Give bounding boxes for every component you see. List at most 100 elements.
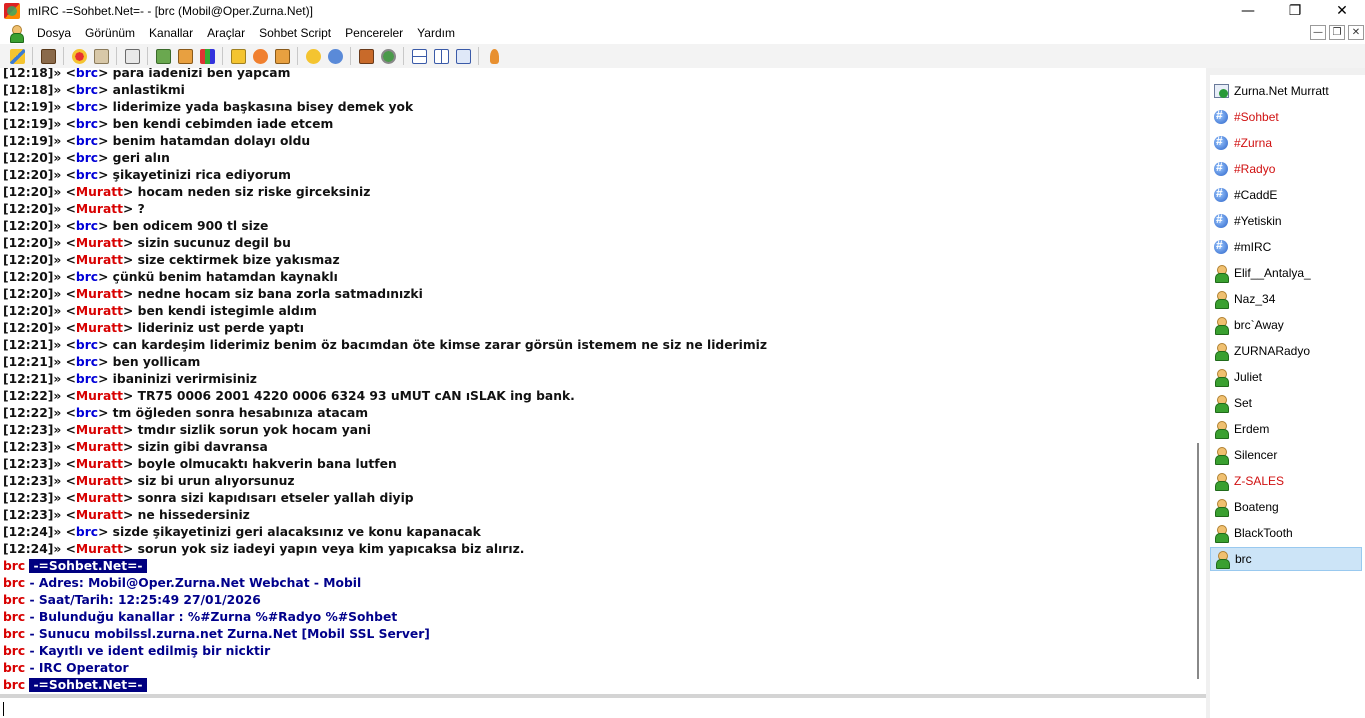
chat-nick[interactable]: Muratt <box>76 287 123 301</box>
menu-sohbet-script[interactable]: Sohbet Script <box>252 26 338 40</box>
chat-nick[interactable]: brc <box>76 100 98 114</box>
channel-icon <box>1213 108 1229 125</box>
cascade-icon[interactable] <box>452 46 474 66</box>
user-icon <box>1213 499 1229 517</box>
chat-nick[interactable]: Muratt <box>76 491 123 505</box>
treebar-item[interactable]: Elif__Antalya_ <box>1210 261 1362 285</box>
mdi-restore-icon[interactable]: ❐ <box>1329 25 1345 40</box>
chat-nick[interactable]: brc <box>76 372 98 386</box>
whois-text: - Kayıtlı ve ident edilmiş bir nicktir <box>29 644 271 658</box>
scripts-editor-icon[interactable] <box>152 46 174 66</box>
send-file-icon[interactable] <box>227 46 249 66</box>
menu-gorunum[interactable]: Görünüm <box>78 26 142 40</box>
chat-nick[interactable]: brc <box>76 270 98 284</box>
menu-araclar[interactable]: Araçlar <box>200 26 252 40</box>
user-icon <box>1213 343 1229 361</box>
chat-nick[interactable]: brc <box>76 525 98 539</box>
chat-nick[interactable]: brc <box>76 338 98 352</box>
chat-nick[interactable]: Muratt <box>76 236 123 250</box>
users-icon[interactable] <box>302 46 324 66</box>
chat-nick[interactable]: Muratt <box>76 304 123 318</box>
chat-nick[interactable]: Muratt <box>76 253 123 267</box>
menu-dosya[interactable]: Dosya <box>30 26 78 40</box>
treebar-item[interactable]: #Zurna <box>1210 131 1362 155</box>
toolbar-separator <box>63 47 64 65</box>
chat-nick[interactable]: brc <box>76 151 98 165</box>
chat-nick[interactable]: Muratt <box>76 457 123 471</box>
chat-nick[interactable]: Muratt <box>76 321 123 335</box>
whois-text: - Bulunduğu kanallar : %#Zurna %#Radyo %… <box>29 610 398 624</box>
minimize-icon[interactable]: — <box>1225 0 1271 22</box>
treebar-item[interactable]: #Sohbet <box>1210 105 1362 129</box>
treebar-item[interactable]: Juliet <box>1210 365 1362 389</box>
maximize-icon[interactable]: ❐ <box>1272 0 1318 22</box>
connect-icon[interactable] <box>6 46 28 66</box>
mdi-close-icon[interactable]: ✕ <box>1348 25 1364 40</box>
upload-icon[interactable] <box>271 46 293 66</box>
chat-nick[interactable]: Muratt <box>76 508 123 522</box>
treebar-item[interactable]: Set <box>1210 391 1362 415</box>
treebar-item[interactable]: BlackTooth <box>1210 521 1362 545</box>
favorites-icon[interactable] <box>68 46 90 66</box>
timestamp: [12:23] <box>3 440 54 454</box>
chat-nick[interactable]: Muratt <box>76 542 123 556</box>
whois-banner: -=Sohbet.Net=- <box>29 559 147 573</box>
treebar-item[interactable]: brc <box>1210 547 1362 571</box>
chat-nick[interactable]: brc <box>76 406 98 420</box>
chat-scrollbar-thumb[interactable] <box>1197 443 1199 679</box>
address-book-icon[interactable] <box>90 46 112 66</box>
options-icon[interactable] <box>37 46 59 66</box>
books-icon[interactable] <box>196 46 218 66</box>
toolbar-separator <box>403 47 404 65</box>
treebar-item[interactable]: brc`Away <box>1210 313 1362 337</box>
menu-yardim[interactable]: Yardım <box>410 26 462 40</box>
channels-list-icon[interactable] <box>121 46 143 66</box>
user-icon[interactable] <box>8 25 24 43</box>
chat-nick[interactable]: Muratt <box>76 440 123 454</box>
chat-nick[interactable]: Muratt <box>76 389 123 403</box>
dcc-icon[interactable] <box>174 46 196 66</box>
menu-pencereler[interactable]: Pencereler <box>338 26 410 40</box>
chat-line: [12:21]» <brc> ibaninizi verirmisiniz <box>3 372 257 386</box>
treebar-item[interactable]: Erdem <box>1210 417 1362 441</box>
mdi-minimize-icon[interactable]: — <box>1310 25 1326 40</box>
chat-nick[interactable]: Muratt <box>76 202 123 216</box>
close-icon[interactable]: ✕ <box>1319 0 1365 22</box>
treebar-item[interactable]: Naz_34 <box>1210 287 1362 311</box>
treebar-item[interactable]: #Radyo <box>1210 157 1362 181</box>
chat-nick[interactable]: brc <box>76 134 98 148</box>
chat-nick[interactable]: brc <box>76 355 98 369</box>
chat-nick[interactable]: brc <box>76 83 98 97</box>
chat-line: [12:24]» <Muratt> sorun yok siz iadeyi y… <box>3 542 525 556</box>
treebar-item[interactable]: Boateng <box>1210 495 1362 519</box>
menu-kanallar[interactable]: Kanallar <box>142 26 200 40</box>
notify-icon[interactable] <box>324 46 346 66</box>
url-catcher-icon[interactable] <box>377 46 399 66</box>
help-icon[interactable] <box>483 46 505 66</box>
chat-message: tmdır sizlik sorun yok hocam yani <box>137 423 371 437</box>
treebar-item[interactable]: Z-SALES <box>1210 469 1362 493</box>
treebar-item[interactable]: #CaddE <box>1210 183 1362 207</box>
chat-nick[interactable]: Muratt <box>76 185 123 199</box>
treebar-item[interactable]: Zurna.Net Murratt <box>1210 79 1362 103</box>
timestamp: [12:20] <box>3 270 54 284</box>
chat-nick[interactable]: brc <box>76 168 98 182</box>
tile-vertical-icon[interactable] <box>430 46 452 66</box>
chat-nick[interactable]: brc <box>76 117 98 131</box>
treebar-item[interactable]: ZURNARadyo <box>1210 339 1362 363</box>
treebar-item[interactable]: #mIRC <box>1210 235 1362 259</box>
chat-nick[interactable]: brc <box>76 219 98 233</box>
chat-nick[interactable]: Muratt <box>76 474 123 488</box>
tile-horizontal-icon[interactable] <box>408 46 430 66</box>
chat-window[interactable]: [12:18]» <brc> para iadenizi ben yapcam[… <box>0 68 1196 694</box>
chat-icon[interactable] <box>249 46 271 66</box>
log-viewer-icon[interactable] <box>355 46 377 66</box>
mirc-app-icon[interactable] <box>4 3 20 19</box>
treebar-item[interactable]: #Yetiskin <box>1210 209 1362 233</box>
chat-nick[interactable]: brc <box>76 68 98 80</box>
chat-nick[interactable]: Muratt <box>76 423 123 437</box>
treebar-item[interactable]: Silencer <box>1210 443 1362 467</box>
whois-nick: brc <box>3 610 26 624</box>
channel-icon <box>1213 134 1229 151</box>
message-input[interactable] <box>0 698 1206 718</box>
